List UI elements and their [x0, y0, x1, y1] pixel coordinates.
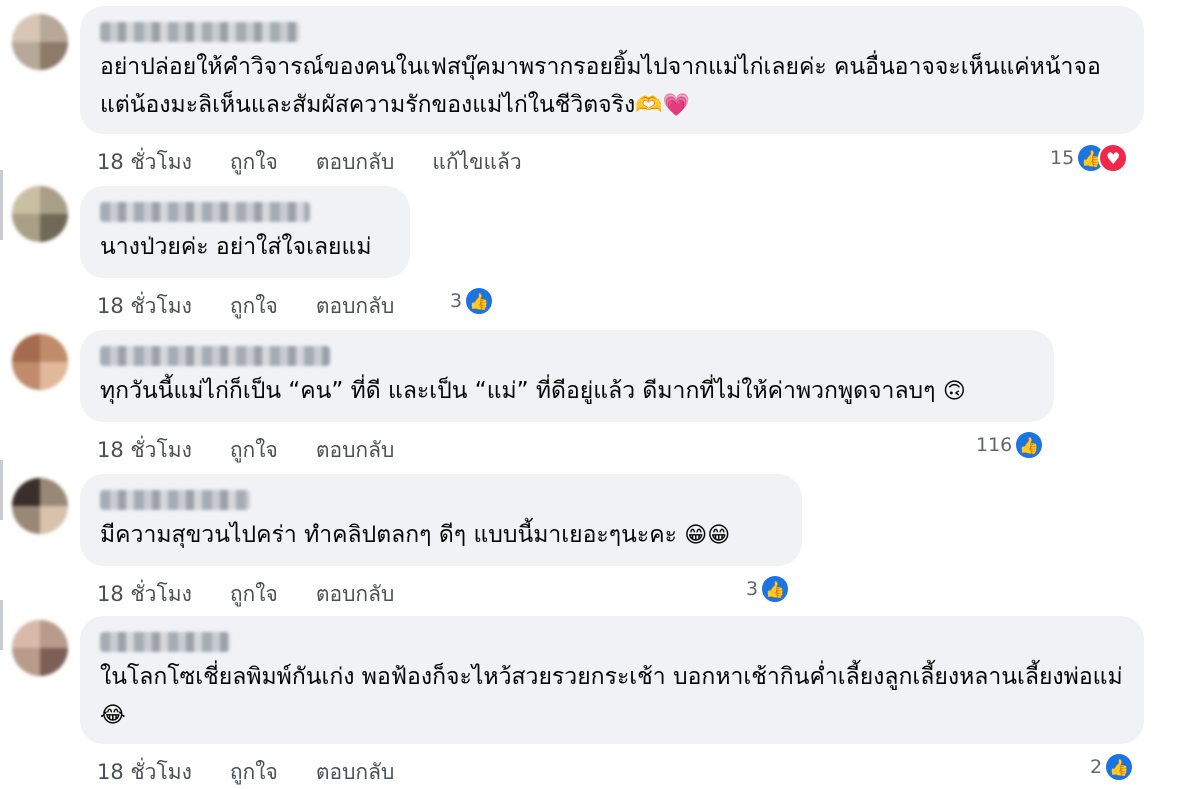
comment-actions: 18 ชั่วโมง ถูกใจ ตอบกลับ: [97, 434, 432, 467]
comment-text: ในโลกโซเชี่ยลพิมพ์กันเก่ง พอฟ้องก็จะไหว้…: [100, 658, 1124, 735]
reaction-summary[interactable]: 15 👍 ♥: [1050, 143, 1129, 173]
comment-text: ทุกวันนี้แม่ไก่ก็เป็น “คน” ที่ดี และเป็น…: [100, 372, 1034, 411]
thread-line: [0, 600, 3, 650]
author-name[interactable]: [100, 202, 310, 222]
reaction-count: 3: [746, 578, 759, 600]
comment-body: ทุกวันนี้แม่ไก่ก็เป็น “คน” ที่ดี และเป็น…: [100, 378, 936, 404]
emoji: 😁😁: [684, 523, 731, 548]
emoji: 😂: [100, 703, 126, 728]
avatar[interactable]: [12, 186, 68, 242]
avatar[interactable]: [12, 478, 68, 534]
thread-line: [0, 460, 3, 520]
comment-body: ในโลกโซเชี่ยลพิมพ์กันเก่ง พอฟ้องก็จะไหว้…: [100, 664, 1123, 690]
love-icon: ♥: [1098, 143, 1129, 173]
like-icon: 👍: [760, 574, 791, 604]
comment-bubble: อย่าปล่อยให้คำวิจารณ์ของคนในเฟสบุ๊คมาพรา…: [80, 6, 1144, 134]
reply-button[interactable]: ตอบกลับ: [316, 146, 395, 179]
author-name[interactable]: [100, 632, 230, 652]
comment-actions: 18 ชั่วโมง ถูกใจ ตอบกลับ: [97, 290, 432, 323]
comment-text: มีความสุขวนไปคร่า ทำคลิปตลกๆ ดีๆ แบบนี้ม…: [100, 516, 782, 555]
reaction-summary[interactable]: 3 👍: [450, 286, 495, 316]
timestamp[interactable]: 18 ชั่วโมง: [97, 290, 192, 323]
reply-button[interactable]: ตอบกลับ: [316, 756, 395, 789]
author-name[interactable]: [100, 490, 250, 510]
comment-actions: 18 ชั่วโมง ถูกใจ ตอบกลับ แก้ไขแล้ว: [97, 146, 560, 179]
comment-bubble: มีความสุขวนไปคร่า ทำคลิปตลกๆ ดีๆ แบบนี้ม…: [80, 474, 802, 566]
reaction-summary[interactable]: 116 👍: [976, 430, 1045, 460]
like-button[interactable]: ถูกใจ: [230, 146, 278, 179]
timestamp[interactable]: 18 ชั่วโมง: [97, 578, 192, 611]
author-name[interactable]: [100, 346, 330, 366]
reply-button[interactable]: ตอบกลับ: [316, 578, 395, 611]
avatar[interactable]: [12, 620, 68, 676]
reply-button[interactable]: ตอบกลับ: [316, 434, 395, 467]
like-icon: 👍: [464, 286, 495, 316]
reaction-count: 3: [450, 290, 463, 312]
emoji: 🙃: [942, 379, 966, 404]
emoji: 🫶💗: [635, 93, 691, 118]
timestamp[interactable]: 18 ชั่วโมง: [97, 146, 192, 179]
reaction-count: 15: [1050, 147, 1075, 169]
comment-bubble: ในโลกโซเชี่ยลพิมพ์กันเก่ง พอฟ้องก็จะไหว้…: [80, 616, 1144, 744]
edited-label[interactable]: แก้ไขแล้ว: [432, 146, 521, 179]
reaction-count: 2: [1090, 756, 1103, 778]
avatar[interactable]: [12, 14, 68, 70]
comment-text: อย่าปล่อยให้คำวิจารณ์ของคนในเฟสบุ๊คมาพรา…: [100, 48, 1124, 125]
author-name[interactable]: [100, 22, 300, 42]
reaction-count: 116: [976, 434, 1013, 456]
comment-text: นางป่วยค่ะ อย่าใส่ใจเลยแม่: [100, 228, 390, 266]
comment-bubble: ทุกวันนี้แม่ไก่ก็เป็น “คน” ที่ดี และเป็น…: [80, 330, 1054, 422]
timestamp[interactable]: 18 ชั่วโมง: [97, 756, 192, 789]
like-button[interactable]: ถูกใจ: [230, 756, 278, 789]
comment-body: มีความสุขวนไปคร่า ทำคลิปตลกๆ ดีๆ แบบนี้ม…: [100, 522, 677, 548]
thread-line: [0, 170, 3, 240]
comment-body: นางป่วยค่ะ อย่าใส่ใจเลยแม่: [100, 234, 372, 260]
timestamp[interactable]: 18 ชั่วโมง: [97, 434, 192, 467]
reaction-summary[interactable]: 3 👍: [746, 574, 791, 604]
like-button[interactable]: ถูกใจ: [230, 290, 278, 323]
reply-button[interactable]: ตอบกลับ: [316, 290, 395, 323]
comment-actions: 18 ชั่วโมง ถูกใจ ตอบกลับ: [97, 756, 432, 789]
like-button[interactable]: ถูกใจ: [230, 434, 278, 467]
comment-body: อย่าปล่อยให้คำวิจารณ์ของคนในเฟสบุ๊คมาพรา…: [100, 54, 1101, 118]
comment-bubble: นางป่วยค่ะ อย่าใส่ใจเลยแม่: [80, 186, 410, 278]
avatar[interactable]: [12, 334, 68, 390]
comment-actions: 18 ชั่วโมง ถูกใจ ตอบกลับ: [97, 578, 432, 611]
like-icon: 👍: [1014, 430, 1045, 460]
like-button[interactable]: ถูกใจ: [230, 578, 278, 611]
